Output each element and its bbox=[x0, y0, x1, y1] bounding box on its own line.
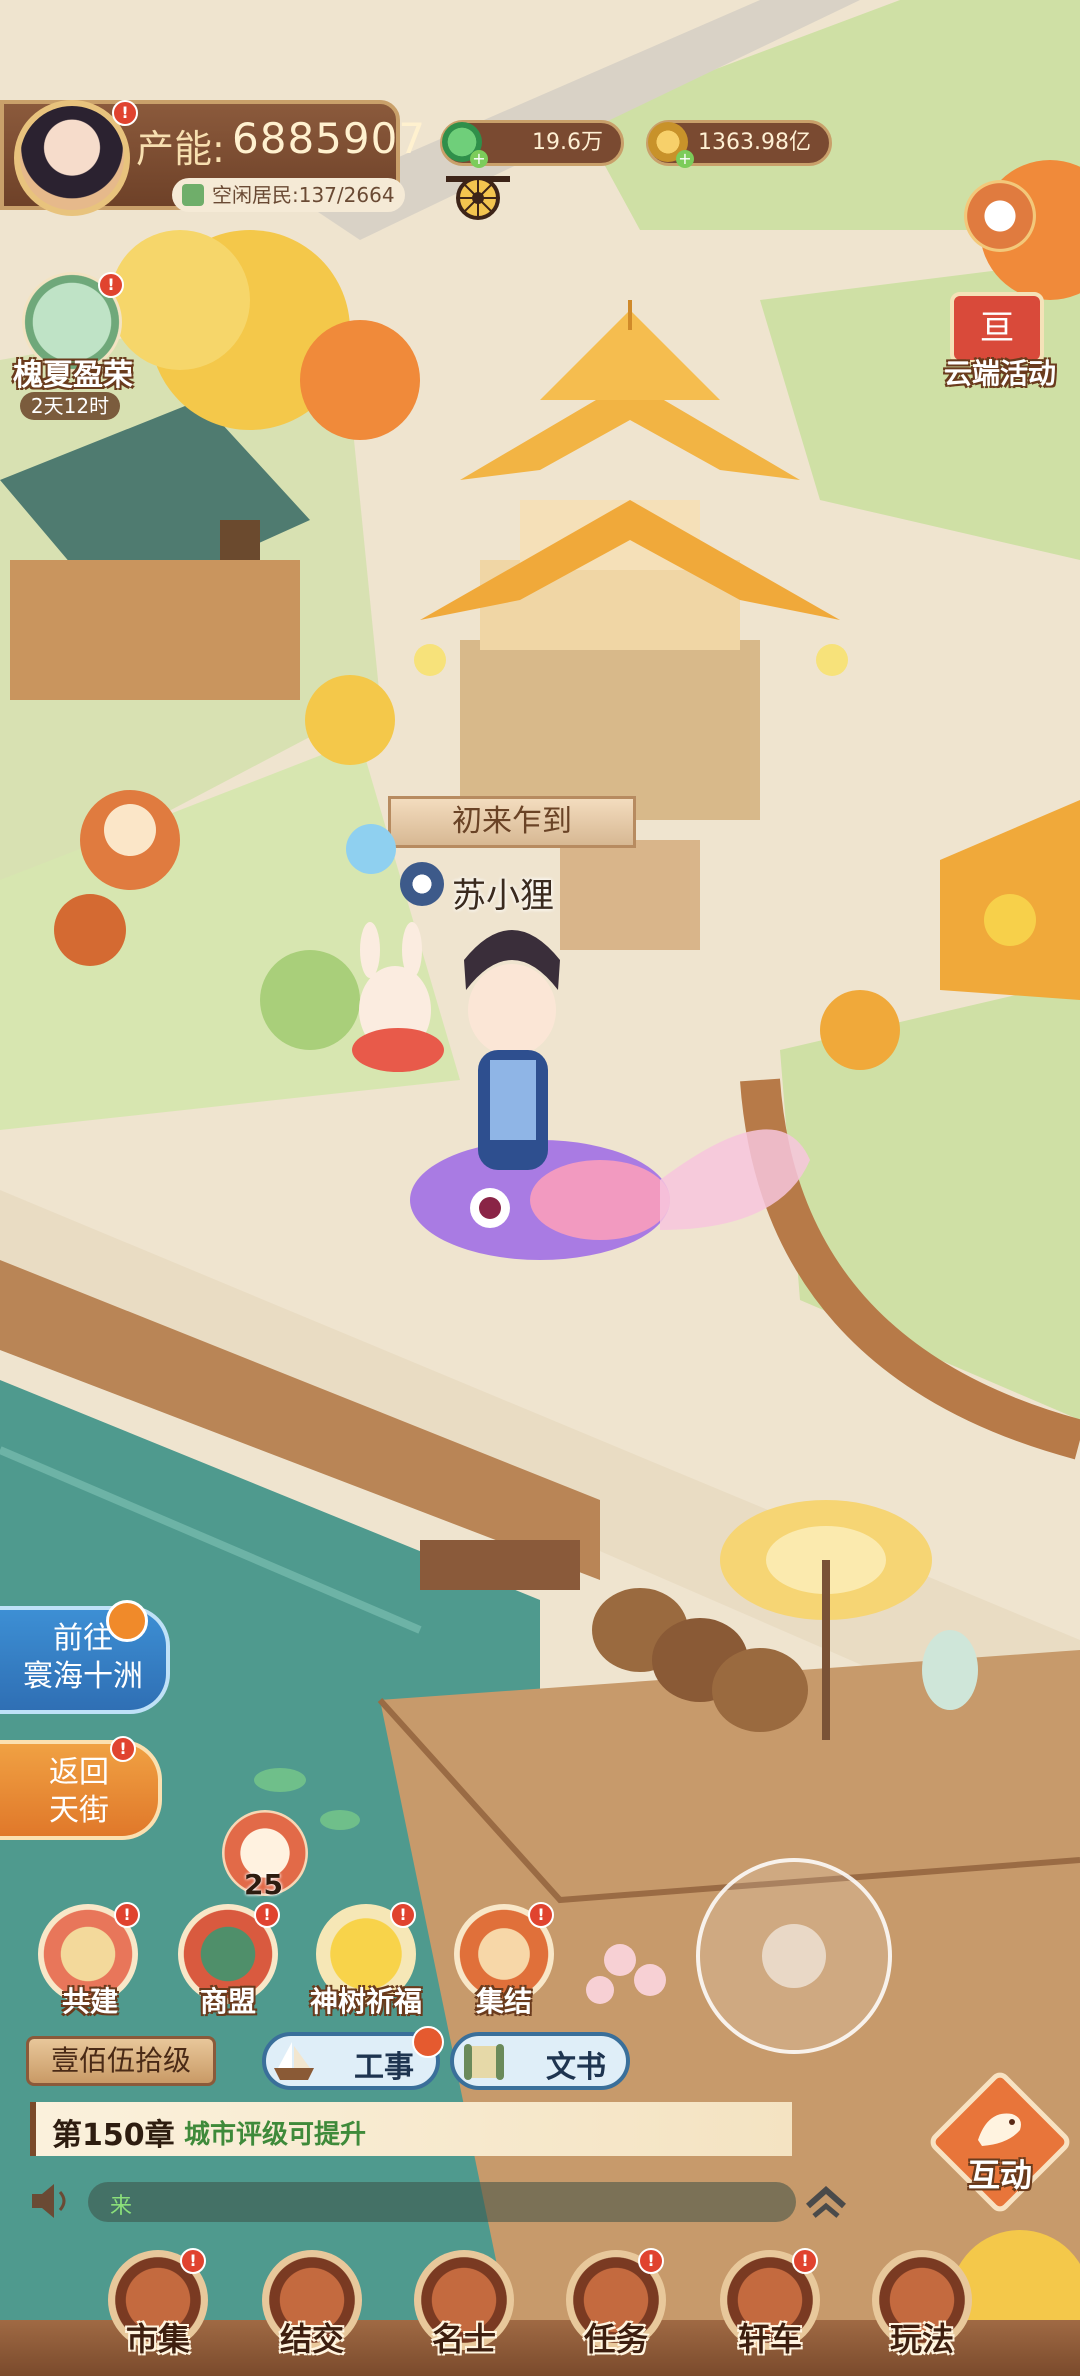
nav-notables-label: 名士 bbox=[431, 2320, 496, 2358]
npc-bubble-icon bbox=[346, 824, 396, 874]
power-label: 产能: bbox=[136, 127, 225, 171]
chapter-title: 第150章 bbox=[52, 2118, 175, 2153]
speaker-icon[interactable] bbox=[26, 2178, 72, 2224]
merchant-alliance-badge: ! bbox=[254, 1902, 280, 1928]
rank-plaque[interactable]: 壹佰伍拾级 bbox=[26, 2036, 216, 2086]
work-alert-dot bbox=[412, 2026, 444, 2058]
merchant-alliance-label[interactable]: 商盟 bbox=[168, 1980, 288, 2020]
ship-icon bbox=[270, 2038, 318, 2084]
chat-bar[interactable]: 来 bbox=[88, 2182, 796, 2222]
go-to-line2: 寰海十洲 bbox=[23, 1659, 143, 1694]
cloud-activity-label[interactable]: 云端活动 bbox=[930, 352, 1070, 392]
co-build-badge: ! bbox=[114, 1902, 140, 1928]
npc-name[interactable]: 苏小狸 bbox=[452, 868, 554, 917]
work-label: 工事 bbox=[354, 2050, 414, 2085]
assemble-badge: ! bbox=[528, 1902, 554, 1928]
chapter-banner[interactable]: 第150章 城市评级可提升 bbox=[30, 2102, 792, 2156]
nav-friends-label: 结交 bbox=[279, 2320, 344, 2358]
event-title: 槐夏盈荣 bbox=[13, 358, 133, 393]
jade-amount: 19.6万 bbox=[532, 130, 603, 155]
nav-friends[interactable]: 结交 bbox=[262, 2250, 362, 2360]
nav-carriage-label: 轩车 bbox=[737, 2320, 802, 2358]
sacred-tree-badge: ! bbox=[390, 1902, 416, 1928]
scroll-icon bbox=[460, 2040, 508, 2084]
resident-icon bbox=[182, 184, 204, 206]
coin-amount: 1363.98亿 bbox=[698, 130, 811, 155]
moon-icon bbox=[106, 1600, 148, 1642]
co-build-label[interactable]: 共建 bbox=[30, 1980, 150, 2020]
nav-market-badge: ! bbox=[180, 2248, 206, 2274]
interact-label[interactable]: 互动 bbox=[950, 2150, 1050, 2196]
sacred-tree-label[interactable]: 神树祈福 bbox=[296, 1980, 436, 2020]
chat-text: 来 bbox=[110, 2194, 133, 2219]
alliance-count: 25 bbox=[244, 1868, 283, 1901]
nav-gameplay-label: 玩法 bbox=[889, 2320, 954, 2358]
documents-label: 文书 bbox=[546, 2050, 606, 2085]
carriage-wheel-icon[interactable] bbox=[444, 162, 512, 220]
return-line2: 天街 bbox=[49, 1793, 109, 1828]
chevron-up-icon[interactable] bbox=[800, 2176, 852, 2228]
avatar-notification-badge: ! bbox=[112, 100, 138, 126]
assemble-label[interactable]: 集结 bbox=[444, 1980, 564, 2020]
nav-carriage-badge: ! bbox=[792, 2248, 818, 2274]
virtual-joystick[interactable] bbox=[696, 1858, 892, 2054]
nav-gameplay[interactable]: 玩法 bbox=[872, 2250, 972, 2360]
nav-tasks-label: 任务 bbox=[583, 2320, 648, 2358]
return-line1: 返回 bbox=[49, 1755, 109, 1790]
idle-residents-display: 空闲居民:137/2664 bbox=[172, 178, 405, 212]
add-coin-icon[interactable]: + bbox=[676, 150, 694, 168]
chapter-hint: 城市评级可提升 bbox=[184, 2120, 367, 2150]
power-value: 6885907 bbox=[232, 114, 427, 163]
return-notification-badge: ! bbox=[110, 1736, 136, 1762]
return-street-button[interactable]: 返回 天街 bbox=[0, 1740, 162, 1840]
joystick-knob[interactable] bbox=[762, 1924, 826, 1988]
npc-rank-icon bbox=[400, 862, 444, 906]
npc-title-banner: 初来乍到 bbox=[388, 796, 636, 848]
bird-icon bbox=[968, 2100, 1032, 2156]
event-timer: 2天12时 bbox=[20, 392, 120, 420]
nav-market-label: 市集 bbox=[125, 2320, 190, 2358]
event-notification-badge: ! bbox=[98, 272, 124, 298]
nav-notables[interactable]: 名士 bbox=[414, 2250, 514, 2360]
coin-exchange-icon[interactable] bbox=[964, 180, 1036, 252]
nav-tasks-badge: ! bbox=[638, 2248, 664, 2274]
idle-residents-text: 空闲居民:137/2664 bbox=[212, 183, 395, 207]
documents-button[interactable]: 文书 bbox=[450, 2032, 630, 2090]
